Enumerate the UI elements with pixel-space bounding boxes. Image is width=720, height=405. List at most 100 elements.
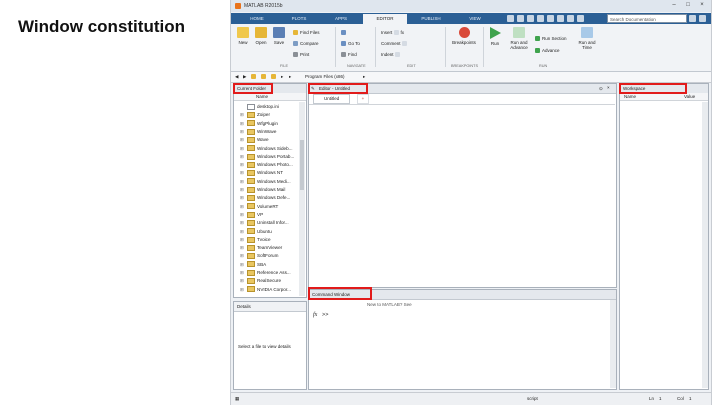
expand-icon[interactable]: ⊞ (240, 236, 244, 244)
copy-quick-icon[interactable] (527, 15, 534, 22)
run-and-time-button[interactable]: Run and Time (575, 27, 599, 50)
go-to-button[interactable]: Go To (341, 41, 360, 47)
switch-windows-icon[interactable] (567, 15, 574, 22)
expand-icon[interactable]: ⊞ (240, 286, 244, 294)
file-row[interactable]: ⊞ WinWave (240, 128, 276, 136)
save-quick-icon[interactable] (507, 15, 514, 22)
run-and-advance-button[interactable]: Run and Advance (507, 27, 531, 50)
code-editor-area[interactable] (309, 104, 615, 287)
file-row[interactable]: ⊞ SBA (240, 261, 266, 269)
file-row[interactable]: ⊞ Wave (240, 136, 269, 144)
expand-icon[interactable]: ⊞ (240, 161, 244, 169)
file-row[interactable]: ⊞ Windows Defe... (240, 194, 290, 202)
tab-editor[interactable]: EDITOR (363, 14, 407, 24)
file-row[interactable]: ⊞ Zoiper (240, 111, 270, 119)
expand-icon[interactable]: ⊞ (240, 219, 244, 227)
workspace-name-column[interactable]: Name (620, 93, 680, 101)
expand-icon[interactable]: ⊞ (240, 111, 244, 119)
cut-quick-icon[interactable] (517, 15, 524, 22)
expand-icon[interactable]: ⊞ (240, 261, 244, 269)
comment-button[interactable]: Comment (381, 41, 409, 47)
tab-view[interactable]: VIEW (455, 14, 495, 24)
help-quick-icon[interactable] (577, 15, 584, 22)
minimize-icon[interactable]: – (669, 2, 679, 9)
expand-icon[interactable]: ⊞ (240, 203, 244, 211)
name-column-header[interactable]: Name (234, 93, 306, 101)
file-row[interactable]: desktop.ini (240, 103, 279, 111)
expand-icon[interactable]: ⊞ (240, 128, 244, 136)
expand-icon[interactable]: ⊞ (240, 186, 244, 194)
command-scrollbar[interactable] (610, 300, 616, 388)
compare-button[interactable]: Compare (293, 41, 319, 47)
file-row[interactable]: ⊞ WfgPlugin (240, 120, 278, 128)
save-button[interactable]: Save (271, 27, 287, 45)
file-row[interactable]: ⊞ Windows Portab... (240, 153, 294, 161)
file-row[interactable]: ⊞ Windows Mail (240, 186, 285, 194)
expand-icon[interactable]: ⊞ (240, 277, 244, 285)
expand-icon[interactable]: ⊞ (240, 153, 244, 161)
function-browser-icon[interactable]: fx (313, 312, 317, 318)
expand-icon[interactable]: ⊞ (240, 169, 244, 177)
advance-button[interactable]: Advance (535, 48, 560, 54)
file-row[interactable]: ⊞ SoftForum (240, 252, 278, 260)
editor-close-icon[interactable]: × (607, 85, 610, 90)
file-row[interactable]: ⊞ Tvoice (240, 236, 271, 244)
path-segment[interactable]: Program Files (x86) (305, 74, 345, 79)
expand-icon[interactable]: ⊞ (240, 252, 244, 260)
browse-folder-icon[interactable] (261, 74, 268, 80)
run-button[interactable]: Run (487, 27, 503, 46)
navigate-arrows[interactable] (341, 30, 348, 36)
search-documentation-input[interactable]: Search Documentation (607, 14, 687, 23)
maximize-icon[interactable]: □ (683, 2, 693, 9)
folder-scroll-thumb[interactable] (300, 140, 304, 190)
file-row[interactable]: ⊞ NVIDIA Corpor... (240, 286, 291, 294)
tab-home[interactable]: HOME (237, 14, 277, 24)
expand-icon[interactable]: ⊞ (240, 178, 244, 186)
expand-icon[interactable]: ⊞ (240, 211, 244, 219)
expand-icon[interactable]: ⊞ (240, 194, 244, 202)
expand-icon[interactable]: ⊞ (240, 269, 244, 277)
paste-quick-icon[interactable] (537, 15, 544, 22)
editor-actions-icon[interactable]: ⊙ (599, 86, 603, 92)
expand-icon[interactable]: ⊞ (240, 145, 244, 153)
file-row[interactable]: ⊞ Ubuntu (240, 228, 272, 236)
file-row[interactable]: ⊞ Windows Photo... (240, 161, 293, 169)
path-chevron-icon[interactable]: ▸ (363, 74, 365, 80)
up-folder-icon[interactable] (251, 74, 258, 80)
file-row[interactable]: ⊞ Uninstall Infor... (240, 219, 289, 227)
forward-icon[interactable]: ▶ (243, 74, 246, 80)
file-row[interactable]: ⊞ Windows Sideb... (240, 145, 293, 153)
tab-plots[interactable]: PLOTS (279, 14, 319, 24)
open-button[interactable]: Open (253, 27, 269, 45)
file-row[interactable]: ⊞ Reference Ass... (240, 269, 291, 277)
folder-scrollbar[interactable] (299, 102, 305, 296)
new-button[interactable]: New (235, 27, 251, 45)
breakpoints-button[interactable]: Breakpoints (451, 27, 477, 45)
tab-publish[interactable]: PUBLISH (409, 14, 453, 24)
tab-apps[interactable]: APPS (321, 14, 361, 24)
expand-icon[interactable]: ⊞ (240, 228, 244, 236)
close-icon[interactable]: × (697, 2, 707, 9)
file-row[interactable]: ⊞ RealSecure (240, 277, 281, 285)
expand-icon[interactable]: ⊞ (240, 120, 244, 128)
expand-icon[interactable] (699, 15, 706, 22)
file-row[interactable]: ⊞ TeamViewer (240, 244, 282, 252)
file-row[interactable]: ⊞ VolumeRT (240, 203, 278, 211)
redo-quick-icon[interactable] (557, 15, 564, 22)
find-files-button[interactable]: Find Files (293, 30, 320, 36)
workspace-value-column[interactable]: Value (680, 93, 708, 101)
run-section-button[interactable]: Run Section (535, 36, 567, 42)
expand-icon[interactable]: ⊞ (240, 244, 244, 252)
command-prompt[interactable]: >> (322, 312, 328, 318)
file-row[interactable]: ⊞ Windows NT (240, 169, 283, 177)
add-tab-button[interactable]: + (357, 94, 369, 104)
undo-quick-icon[interactable] (547, 15, 554, 22)
insert-button[interactable]: Insert fx (381, 30, 404, 36)
print-button[interactable]: Print (293, 52, 309, 58)
file-row[interactable]: ⊞ VP (240, 211, 263, 219)
file-row[interactable]: ⊞ Windows Medi... (240, 178, 291, 186)
workspace-scrollbar[interactable] (702, 102, 708, 388)
find-button[interactable]: Find (341, 52, 357, 58)
expand-icon[interactable]: ⊞ (240, 136, 244, 144)
new-to-matlab-notice[interactable]: New to MATLAB? See (367, 302, 412, 307)
